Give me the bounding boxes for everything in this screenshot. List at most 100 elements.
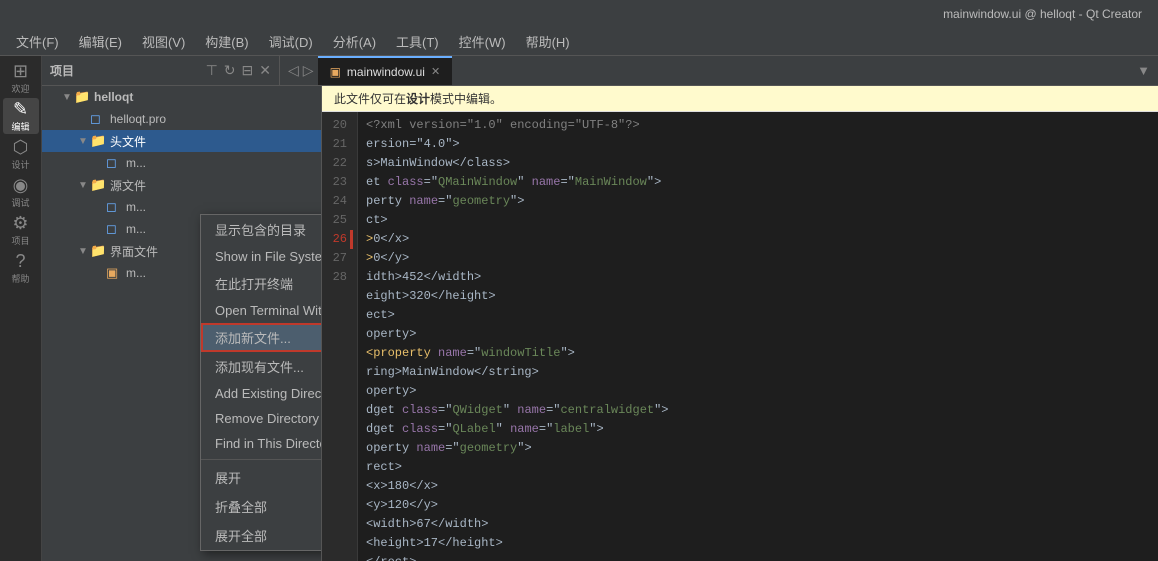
code-line-5: perty name="geometry"> bbox=[366, 192, 1150, 211]
tree-item-header1[interactable]: ◻ m... bbox=[42, 152, 321, 174]
src-file1-icon: ◻ bbox=[106, 199, 122, 215]
ctx-add-existing-file[interactable]: 添加现有文件... bbox=[201, 352, 322, 381]
context-menu: 显示包含的目录 Show in File System View 在此打开终端 … bbox=[200, 214, 322, 551]
code-line-3: s>MainWindow</class> bbox=[366, 154, 1150, 173]
menu-widgets[interactable]: 控件(W) bbox=[451, 29, 514, 54]
code-editor[interactable]: 20 21 22 23 24 25 26 27 28 <?xml version… bbox=[322, 112, 1158, 561]
code-line-1: <?xml version="1.0" encoding="UTF-8"?> bbox=[366, 116, 1150, 135]
ctx-add-existing-dir[interactable]: Add Existing Directory... bbox=[201, 381, 322, 406]
design-mode-banner: 此文件仅可在设计模式中编辑。 bbox=[322, 86, 1158, 112]
edit-icon: ✎ bbox=[13, 100, 28, 118]
welcome-icon: ⊞ bbox=[13, 62, 28, 80]
menu-view[interactable]: 视图(V) bbox=[134, 29, 193, 54]
design-banner-text: 此文件仅可在设计模式中编辑。 bbox=[334, 90, 502, 107]
menu-analyze[interactable]: 分析(A) bbox=[325, 29, 384, 54]
menu-help[interactable]: 帮助(H) bbox=[518, 29, 578, 54]
ctx-show-filesystem[interactable]: Show in File System View bbox=[201, 244, 322, 269]
project-icon: ⚙ bbox=[12, 214, 28, 232]
arrow-down-icon: ▼ bbox=[78, 136, 90, 147]
code-line-9: idth>452</width> bbox=[366, 268, 1150, 287]
tree-label-forms: 界面文件 bbox=[110, 243, 158, 260]
folder-icon: 📁 bbox=[74, 89, 90, 105]
menu-build[interactable]: 构建(B) bbox=[197, 29, 256, 54]
arrow-down2-icon: ▼ bbox=[78, 180, 90, 191]
design-icon: ⬡ bbox=[13, 138, 29, 156]
tree-label-ui: m... bbox=[126, 266, 146, 280]
code-line-7: >0</x> bbox=[366, 230, 1150, 249]
code-line-24: </rect> bbox=[366, 553, 1150, 561]
menu-file[interactable]: 文件(F) bbox=[8, 29, 67, 54]
ctx-open-terminal[interactable]: 在此打开终端 bbox=[201, 269, 322, 298]
activity-project[interactable]: ⚙ 项目 bbox=[3, 212, 39, 248]
ctx-find-in-dir[interactable]: Find in This Directory... bbox=[201, 431, 322, 456]
activity-debug[interactable]: ◉ 调试 bbox=[3, 174, 39, 210]
tab-dropdown-icon[interactable]: ▼ bbox=[1137, 63, 1150, 78]
arrow-down3-icon: ▼ bbox=[78, 246, 90, 257]
ui-file-icon: ▣ bbox=[330, 65, 341, 79]
tree-item-pro[interactable]: ◻ helloqt.pro bbox=[42, 108, 321, 130]
ctx-add-new-file[interactable]: 添加新文件... bbox=[201, 323, 322, 352]
tree-item-helloqt[interactable]: ▼ 📁 helloqt bbox=[42, 86, 321, 108]
help-icon: ? bbox=[15, 252, 25, 270]
menu-bar: 文件(F) 编辑(E) 视图(V) 构建(B) 调试(D) 分析(A) 工具(T… bbox=[0, 28, 1158, 56]
nav-forward-icon[interactable]: ▷ bbox=[303, 62, 314, 79]
ctx-collapse-all[interactable]: 折叠全部 bbox=[201, 492, 322, 521]
code-line-21: <y>120</y> bbox=[366, 496, 1150, 515]
tree-item-sources[interactable]: ▼ 📁 源文件 bbox=[42, 174, 321, 196]
tab-mainwindow-ui[interactable]: mainwindow.ui bbox=[347, 65, 425, 79]
ctx-expand-all[interactable]: 展开全部 bbox=[201, 521, 322, 550]
tree-label-src1: m... bbox=[126, 200, 146, 214]
ctx-open-terminal-with[interactable]: Open Terminal With ▶ bbox=[201, 298, 322, 323]
menu-debug[interactable]: 调试(D) bbox=[261, 29, 321, 54]
activity-edit[interactable]: ✎ 编辑 bbox=[3, 98, 39, 134]
code-line-13: <property name="windowTitle"> bbox=[366, 344, 1150, 363]
tree-label-header1: m... bbox=[126, 156, 146, 170]
filter-icon[interactable]: ⊤ bbox=[206, 62, 218, 79]
code-line-6: ct> bbox=[366, 211, 1150, 230]
code-line-18: operty name="geometry"> bbox=[366, 439, 1150, 458]
tree-label-sources: 源文件 bbox=[110, 177, 146, 194]
activity-design[interactable]: ⬡ 设计 bbox=[3, 136, 39, 172]
tree-item-headers[interactable]: ▼ 📁 头文件 bbox=[42, 130, 321, 152]
menu-tools[interactable]: 工具(T) bbox=[388, 29, 447, 54]
nav-back-icon[interactable]: ◁ bbox=[288, 62, 299, 79]
title-text: mainwindow.ui @ helloqt - Qt Creator bbox=[943, 7, 1142, 21]
ctx-show-containing[interactable]: 显示包含的目录 bbox=[201, 215, 322, 244]
ctx-remove-directory[interactable]: Remove Directory bbox=[201, 406, 322, 431]
code-line-8: >0</y> bbox=[366, 249, 1150, 268]
activity-help[interactable]: ? 帮助 bbox=[3, 250, 39, 286]
code-line-22: <width>67</width> bbox=[366, 515, 1150, 534]
tree-label-pro: helloqt.pro bbox=[110, 112, 166, 126]
headers-folder-icon: 📁 bbox=[90, 133, 106, 149]
code-line-20: <x>180</x> bbox=[366, 477, 1150, 496]
tree-label-helloqt: helloqt bbox=[94, 90, 133, 104]
activity-bar: ⊞ 欢迎 ✎ 编辑 ⬡ 设计 ◉ 调试 ⚙ 项目 ? 帮助 bbox=[0, 56, 42, 561]
split-icon[interactable]: ⊟ bbox=[242, 62, 254, 79]
code-content[interactable]: <?xml version="1.0" encoding="UTF-8"?> e… bbox=[358, 112, 1158, 561]
line-numbers: 20 21 22 23 24 25 26 27 28 bbox=[322, 112, 358, 561]
code-line-11: ect> bbox=[366, 306, 1150, 325]
tree-label-src2: m... bbox=[126, 222, 146, 236]
ctx-expand[interactable]: 展开 bbox=[201, 463, 322, 492]
code-line-19: rect> bbox=[366, 458, 1150, 477]
ctx-separator bbox=[201, 459, 322, 460]
code-line-12: operty> bbox=[366, 325, 1150, 344]
title-bar: mainwindow.ui @ helloqt - Qt Creator bbox=[0, 0, 1158, 28]
code-line-2: ersion="4.0"> bbox=[366, 135, 1150, 154]
code-line-16: dget class="QWidget" name="centralwidget… bbox=[366, 401, 1150, 420]
code-line-14: ring>MainWindow</string> bbox=[366, 363, 1150, 382]
debug-icon: ◉ bbox=[13, 176, 29, 194]
tab-close-button[interactable]: ✕ bbox=[431, 65, 440, 78]
code-line-23: <height>17</height> bbox=[366, 534, 1150, 553]
tree-label-headers: 头文件 bbox=[110, 133, 146, 150]
activity-welcome[interactable]: ⊞ 欢迎 bbox=[3, 60, 39, 96]
sources-folder-icon: 📁 bbox=[90, 177, 106, 193]
menu-edit[interactable]: 编辑(E) bbox=[71, 29, 130, 54]
src-file2-icon: ◻ bbox=[106, 221, 122, 237]
close-panel-icon[interactable]: ✕ bbox=[259, 62, 271, 79]
forms-folder-icon: 📁 bbox=[90, 243, 106, 259]
ui-file-tree-icon: ▣ bbox=[106, 265, 122, 281]
sync-icon[interactable]: ↻ bbox=[224, 62, 236, 79]
code-line-15: operty> bbox=[366, 382, 1150, 401]
arrow-icon: ▼ bbox=[62, 92, 74, 103]
